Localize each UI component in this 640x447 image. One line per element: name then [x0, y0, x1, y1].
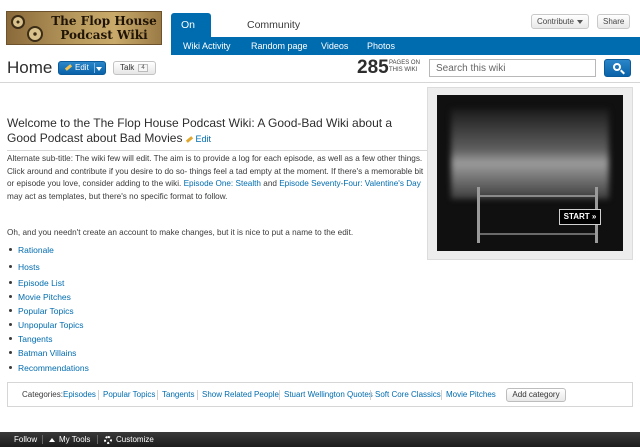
link-hosts[interactable]: Hosts — [18, 262, 40, 272]
subnav-videos[interactable]: Videos — [321, 37, 348, 55]
share-label: Share — [603, 17, 625, 26]
category-separator — [441, 390, 442, 400]
category-separator — [157, 390, 158, 400]
wordmark-text: The Flop House Podcast Wiki — [51, 14, 157, 42]
article-heading: Welcome to the The Flop House Podcast Wi… — [7, 116, 417, 147]
account-note: Oh, and you needn't create an account to… — [7, 228, 354, 237]
tab-on-the-wiki[interactable]: On the Wiki — [171, 13, 211, 79]
bottom-toolbar: Follow My Tools Customize — [0, 432, 640, 447]
categories-bar: Categories: Episodes Popular Topics Tang… — [7, 382, 633, 407]
contribute-button[interactable]: Contribute — [531, 14, 589, 29]
talk-label: Talk — [120, 63, 135, 72]
pencil-icon — [64, 64, 73, 72]
talk-count-badge: 4 — [138, 64, 148, 72]
list-item[interactable]: Batman Villains — [8, 347, 76, 359]
chevron-down-icon — [576, 19, 583, 24]
header-divider — [0, 82, 640, 83]
link-episode-list[interactable]: Episode List — [18, 278, 64, 288]
categories-label: Categories: — [22, 390, 63, 399]
wiki-wordmark[interactable]: The Flop House Podcast Wiki — [6, 11, 162, 45]
category-link[interactable]: Episodes — [63, 390, 96, 399]
share-button[interactable]: Share — [597, 14, 631, 29]
customize-label: Customize — [116, 435, 154, 444]
section-edit-label: Edit — [195, 134, 211, 144]
talk-button[interactable]: Talk 4 — [113, 61, 156, 75]
film-reel-icon — [27, 26, 43, 42]
film-reel-icon — [11, 15, 25, 29]
add-category-button[interactable]: Add category — [506, 388, 566, 402]
toolbar-separator — [42, 435, 43, 444]
subnav-photos[interactable]: Photos — [367, 37, 395, 55]
list-item[interactable]: Rationale — [9, 244, 54, 256]
link-tangents[interactable]: Tangents — [18, 334, 53, 344]
video-thumbnail — [451, 109, 609, 199]
link-popular-topics[interactable]: Popular Topics — [18, 306, 74, 316]
search-button[interactable] — [604, 59, 631, 77]
list-item[interactable]: Hosts — [9, 261, 40, 273]
list-item[interactable]: Episode List — [8, 277, 64, 289]
edit-label: Edit — [75, 63, 89, 72]
customize-button[interactable]: Customize — [104, 432, 154, 447]
category-link[interactable]: Movie Pitches — [446, 390, 496, 399]
search-icon-handle — [620, 69, 625, 75]
link-unpopular-topics[interactable]: Unpopular Topics — [18, 320, 84, 330]
follow-button[interactable]: Follow — [14, 432, 37, 447]
chevron-down-icon[interactable] — [96, 67, 102, 71]
link-episode-one-stealth[interactable]: Episode One: Stealth — [184, 179, 261, 188]
intro-paragraph: Alternate sub-title: The wiki few will e… — [7, 153, 427, 203]
heading-divider — [7, 150, 427, 151]
intro-and: and — [260, 179, 280, 188]
category-link[interactable]: Stuart Wellington Quotes — [284, 390, 373, 399]
subnav-random-page[interactable]: Random page — [251, 37, 308, 55]
gear-icon — [104, 435, 112, 444]
link-movie-pitches[interactable]: Movie Pitches — [18, 292, 71, 302]
category-link[interactable]: Show Related People — [202, 390, 279, 399]
search-input[interactable] — [429, 59, 596, 77]
tab-community[interactable]: Community — [237, 13, 310, 37]
link-recommendations[interactable]: Recommendations — [18, 363, 89, 373]
link-batman-villains[interactable]: Batman Villains — [18, 348, 76, 358]
list-item[interactable]: Popular Topics — [9, 305, 74, 317]
intro-text-2: may act as templates, but there's no spe… — [7, 191, 228, 201]
toolbar-separator — [97, 435, 98, 444]
chevron-up-icon — [49, 437, 55, 442]
category-separator — [370, 390, 371, 400]
video-start-button[interactable]: START » — [559, 209, 601, 225]
link-rationale[interactable]: Rationale — [18, 245, 54, 255]
list-item[interactable]: Recommendations — [9, 362, 89, 374]
category-link[interactable]: Popular Topics — [103, 390, 155, 399]
my-tools-button[interactable]: My Tools — [49, 432, 90, 447]
list-item[interactable]: Unpopular Topics — [9, 319, 84, 331]
edit-button[interactable]: Edit — [58, 61, 106, 75]
page-count-label: PAGES ON THIS WIKI — [389, 60, 420, 73]
button-divider — [94, 63, 95, 73]
pencil-icon — [186, 136, 194, 144]
list-item[interactable]: Tangents — [9, 333, 53, 345]
category-separator — [197, 390, 198, 400]
category-link[interactable]: Soft Core Classics — [375, 390, 441, 399]
page-count: 285 — [357, 57, 389, 78]
my-tools-label: My Tools — [59, 435, 91, 444]
wiki-subnav: Wiki Activity Random page Videos Photos — [171, 37, 640, 55]
video-ad[interactable] — [437, 95, 623, 251]
link-episode-seventy-four[interactable]: Episode Seventy-Four: Valentine's Day — [279, 179, 421, 188]
list-item[interactable]: Movie Pitches — [9, 291, 71, 303]
page-title: Home — [7, 58, 53, 77]
subnav-wiki-activity[interactable]: Wiki Activity — [183, 37, 231, 55]
section-edit-link[interactable]: Edit — [186, 134, 211, 144]
contribute-label: Contribute — [537, 17, 574, 26]
category-separator — [279, 390, 280, 400]
global-header: The Flop House Podcast Wiki On the Wiki … — [0, 0, 640, 79]
category-separator — [98, 390, 99, 400]
category-link[interactable]: Tangents — [162, 390, 194, 399]
video-thumbnail-post — [477, 187, 480, 243]
